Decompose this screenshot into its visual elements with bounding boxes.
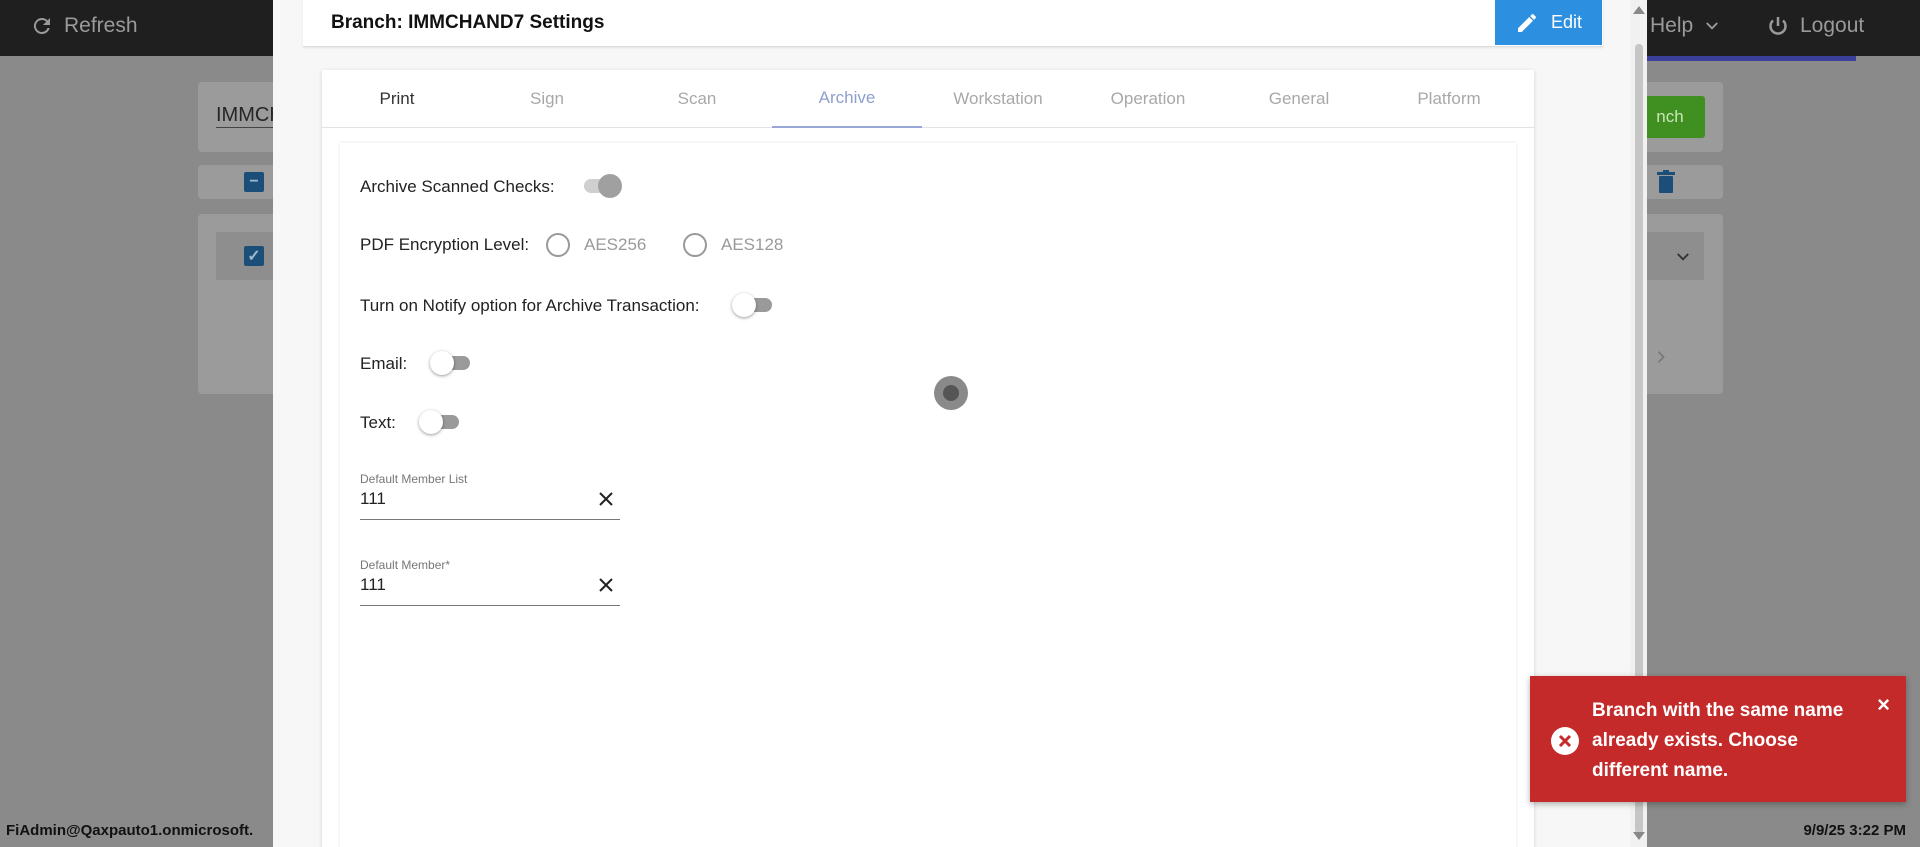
logout-button[interactable]: Logout xyxy=(1766,14,1864,38)
tab-sign[interactable]: Sign xyxy=(472,70,622,128)
email-label: Email: xyxy=(360,354,408,373)
error-circle-icon xyxy=(1551,727,1579,755)
edit-label: Edit xyxy=(1550,12,1583,32)
select-all-checkbox[interactable]: − xyxy=(244,172,264,192)
clear-icon[interactable] xyxy=(596,489,616,509)
pencil-icon xyxy=(1517,13,1536,32)
logout-label: Logout xyxy=(1800,14,1865,37)
refresh-icon xyxy=(33,17,50,34)
settings-tabs: Print Sign Scan Archive Workstation Oper… xyxy=(322,70,1534,128)
tab-operation[interactable]: Operation xyxy=(1073,70,1223,128)
toast-message: Branch with the same name already exists… xyxy=(1592,700,1844,781)
scroll-down-arrow[interactable] xyxy=(1633,832,1645,840)
aes256-label: AES256 xyxy=(584,235,647,254)
help-menu[interactable]: Help xyxy=(1650,14,1721,38)
power-icon xyxy=(1769,17,1787,35)
aes256-radio[interactable] xyxy=(546,233,570,257)
tab-print[interactable]: Print xyxy=(322,70,472,128)
default-member-input[interactable]: 111 xyxy=(360,575,580,595)
default-member-list-field[interactable]: Default Member List 111 xyxy=(360,472,620,520)
archive-settings-content: Archive Scanned Checks: PDF Encryption L… xyxy=(340,143,1516,847)
refresh-label: Refresh xyxy=(64,14,138,37)
chevron-down-icon[interactable] xyxy=(1674,248,1692,266)
modal-header: Branch: IMMCHAND7 Settings Edit xyxy=(303,0,1603,47)
tab-general[interactable]: General xyxy=(1224,70,1374,128)
aes128-radio[interactable] xyxy=(683,233,707,257)
archive-scanned-checks-label: Archive Scanned Checks: xyxy=(360,177,555,196)
notify-toggle[interactable] xyxy=(732,292,772,318)
aes128-label: AES128 xyxy=(721,235,784,254)
branch-settings-modal: Branch: IMMCHAND7 Settings Edit Print Si… xyxy=(273,0,1647,847)
help-label: Help xyxy=(1650,14,1694,37)
footer-datetime: 9/9/25 3:22 PM xyxy=(1803,822,1906,839)
default-member-field[interactable]: Default Member* 111 xyxy=(360,558,620,606)
email-toggle[interactable] xyxy=(430,350,470,376)
tab-archive[interactable]: Archive xyxy=(772,70,922,128)
default-member-list-label: Default Member List xyxy=(360,472,468,486)
clear-icon[interactable] xyxy=(596,575,616,595)
notify-label: Turn on Notify option for Archive Transa… xyxy=(360,296,700,315)
settings-panel: Print Sign Scan Archive Workstation Oper… xyxy=(322,70,1534,847)
trash-icon[interactable] xyxy=(1656,170,1676,194)
text-label: Text: xyxy=(360,413,396,432)
modal-title: Branch: IMMCHAND7 Settings xyxy=(331,12,605,33)
loading-spinner xyxy=(934,376,968,410)
scroll-up-arrow[interactable] xyxy=(1633,6,1645,14)
edit-button[interactable]: Edit xyxy=(1495,0,1602,45)
refresh-button[interactable]: Refresh xyxy=(30,14,138,38)
chevron-right-icon[interactable] xyxy=(1653,348,1669,366)
error-toast: Branch with the same name already exists… xyxy=(1530,676,1906,802)
chevron-down-icon xyxy=(1706,22,1719,30)
tab-platform[interactable]: Platform xyxy=(1374,70,1524,128)
row-checkbox[interactable]: ✓ xyxy=(244,246,264,266)
text-toggle[interactable] xyxy=(419,409,459,435)
toast-close-button[interactable]: × xyxy=(1877,692,1890,718)
default-member-label: Default Member* xyxy=(360,558,451,572)
archive-scanned-checks-toggle[interactable] xyxy=(580,173,622,199)
pdf-encryption-label: PDF Encryption Level: xyxy=(360,235,530,254)
default-member-list-input[interactable]: 111 xyxy=(360,489,580,509)
tab-scan[interactable]: Scan xyxy=(622,70,772,128)
tab-workstation[interactable]: Workstation xyxy=(923,70,1073,128)
footer-user: FiAdmin@Qaxpauto1.onmicrosoft. xyxy=(6,822,254,839)
